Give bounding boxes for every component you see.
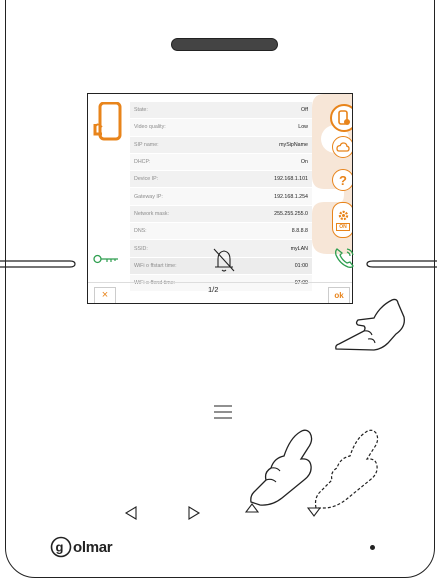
setting-label: Video quality: xyxy=(134,124,166,131)
setting-value: mySipName xyxy=(279,141,308,148)
setting-label: SIP name: xyxy=(134,141,159,148)
setting-row-video-quality[interactable]: Video quality: Low xyxy=(130,119,312,137)
page-indicator: 1/2 xyxy=(208,285,219,294)
setting-row-state[interactable]: State: Off xyxy=(130,102,312,120)
setting-row-device-ip[interactable]: Device IP: 192.168.1.101 xyxy=(130,171,312,189)
setting-value: Low xyxy=(298,124,308,131)
setting-label: DHCP: xyxy=(134,159,151,166)
setting-value: On xyxy=(300,159,308,166)
setting-value: 255.255.255.0 xyxy=(274,210,308,217)
phone-gear-icon xyxy=(338,110,350,125)
setting-row-dhcp[interactable]: DHCP: On xyxy=(130,153,312,172)
setting-value: myLAN xyxy=(290,245,308,252)
setting-label: WiFi o ffstart time: xyxy=(134,262,177,269)
bell-mute-icon[interactable] xyxy=(211,246,237,274)
setting-label: Gateway IP: xyxy=(134,193,163,200)
setting-value: 8.8.8.8 xyxy=(291,228,308,235)
menu-icon[interactable] xyxy=(213,404,233,420)
setting-row-sip-name[interactable]: SIP name: mySipName xyxy=(130,136,312,154)
golmar-logo: g olmar xyxy=(50,536,113,558)
key-icon[interactable] xyxy=(93,252,119,266)
screen-bottom-bar: × 1/2 ok xyxy=(88,282,352,303)
left-arrow-icon[interactable] xyxy=(124,506,138,520)
phone-question-icon: ? xyxy=(339,173,347,187)
gear-on-button[interactable]: ON xyxy=(332,202,352,238)
setting-label: DNS: xyxy=(134,228,147,235)
setting-label: Device IP: xyxy=(134,176,159,183)
hand-pointer-outline-icon xyxy=(306,429,379,517)
setting-value: 01:00 xyxy=(294,262,308,269)
close-button[interactable]: × xyxy=(94,287,116,303)
hand-pointer-icon xyxy=(335,298,405,351)
setting-label: SSID: xyxy=(134,245,148,252)
cloud-icon xyxy=(336,142,350,152)
left-rail xyxy=(0,260,76,268)
phone-settings-button[interactable] xyxy=(330,104,352,132)
gear-icon xyxy=(338,210,348,220)
speaker-grille xyxy=(171,38,278,51)
on-badge: ON xyxy=(336,222,350,231)
setting-value: Off xyxy=(301,107,308,114)
setting-label: State: xyxy=(134,107,148,114)
setting-value: 192.168.1.254 xyxy=(274,193,308,200)
help-button[interactable]: ? xyxy=(332,169,352,191)
brand-text: olmar xyxy=(73,538,113,556)
phone-settings-icon xyxy=(93,102,122,141)
setting-row-dns[interactable]: DNS: 8.8.8.8 xyxy=(130,223,312,241)
setting-value: 192.168.1.101 xyxy=(274,176,308,183)
setting-label: Network mask: xyxy=(134,210,170,217)
svg-text:g: g xyxy=(56,540,64,555)
svg-text:?: ? xyxy=(339,173,347,187)
setting-row-gateway-ip[interactable]: Gateway IP: 192.168.1.254 xyxy=(130,188,312,206)
golmar-g-icon: g xyxy=(50,536,72,558)
right-arrow-icon[interactable] xyxy=(187,506,201,520)
right-rail xyxy=(366,260,437,268)
cloud-button[interactable] xyxy=(332,136,352,158)
setting-row-network-mask[interactable]: Network mask: 255.255.255.0 xyxy=(130,205,312,224)
phone-call-icon[interactable] xyxy=(333,245,357,271)
status-led xyxy=(370,545,375,550)
